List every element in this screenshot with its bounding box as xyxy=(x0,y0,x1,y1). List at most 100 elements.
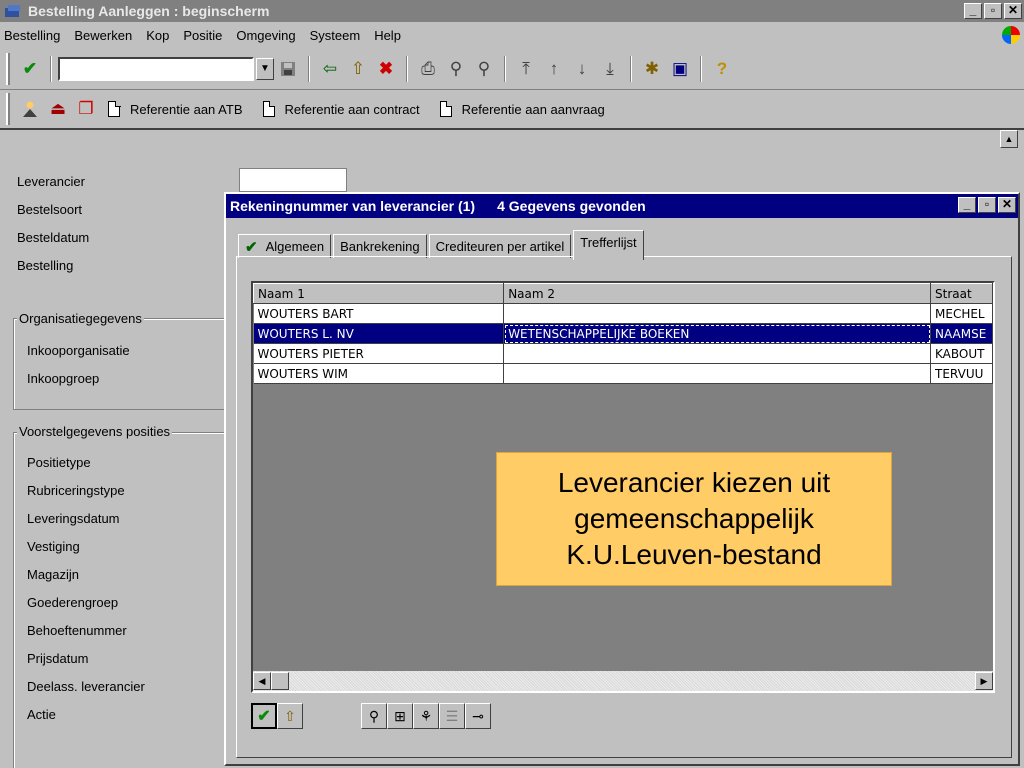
dialog-minimize-button[interactable]: _ xyxy=(958,197,976,213)
find-binoculars-icon[interactable]: ⚲ xyxy=(361,703,387,729)
label-vestiging: Vestiging xyxy=(27,539,80,554)
enter-check-icon[interactable]: ✔ xyxy=(19,58,41,80)
settings-list-icon[interactable]: ☰ xyxy=(439,703,465,729)
print-icon[interactable]: ⎙ xyxy=(417,58,439,80)
save-icon[interactable] xyxy=(277,58,299,80)
label-prijsdatum: Prijsdatum xyxy=(27,651,89,666)
tab-trefferlijst[interactable]: Trefferlijst xyxy=(573,230,644,260)
close-button[interactable]: ✕ xyxy=(1004,3,1022,19)
table-row-selected[interactable]: WOUTERS L. NV WETENSCHAPPELIJKE BOEKEN N… xyxy=(253,323,993,344)
tab-algemeen[interactable]: ✔ Algemeen xyxy=(238,234,332,258)
last-page-icon[interactable]: ⤓ xyxy=(599,58,621,80)
label-bestelling: Bestelling xyxy=(17,258,74,273)
window-title: Bestelling Aanleggen : beginscherm xyxy=(28,3,270,19)
cancel-x-icon[interactable]: ✖ xyxy=(375,58,397,80)
window-titlebar: Bestelling Aanleggen : beginscherm _ ▫ ✕ xyxy=(0,0,1024,22)
label-leverancier: Leverancier xyxy=(17,174,85,189)
cell-naam1[interactable]: WOUTERS PIETER xyxy=(253,343,505,364)
callout-line-3: K.U.Leuven-bestand xyxy=(566,539,822,570)
cell-naam1[interactable]: WOUTERS BART xyxy=(253,303,505,324)
column-header-naam1[interactable]: Naam 1 xyxy=(253,283,505,304)
transfer-up-icon[interactable]: ⇧ xyxy=(277,703,303,729)
menu-systeem[interactable]: Systeem xyxy=(310,28,361,43)
ref-contract-button[interactable]: Referentie aan contract xyxy=(262,100,420,117)
command-dropdown-icon[interactable]: ▼ xyxy=(256,57,274,80)
cell-straat[interactable]: KABOUT xyxy=(930,343,993,364)
confirm-check-icon[interactable]: ✔ xyxy=(251,703,277,729)
shortcut-icon[interactable]: ▣ xyxy=(669,58,691,80)
find-binoculars-icon[interactable]: ⚲ xyxy=(445,58,467,80)
table-row[interactable]: WOUTERS PIETER KABOUT xyxy=(253,343,993,364)
column-header-naam2[interactable]: Naam 2 xyxy=(503,283,932,304)
cell-naam1[interactable]: WOUTERS L. NV xyxy=(253,323,505,344)
scroll-left-icon[interactable]: ◀ xyxy=(253,672,271,690)
table-row[interactable]: WOUTERS BART MECHEL xyxy=(253,303,993,324)
cell-straat[interactable]: MECHEL xyxy=(930,303,993,324)
pin-icon[interactable]: ⊸ xyxy=(465,703,491,729)
exit-up-icon[interactable]: ⇧ xyxy=(347,58,369,80)
label-positietype: Positietype xyxy=(27,455,91,470)
cell-naam2[interactable] xyxy=(503,343,932,364)
scroll-thumb[interactable] xyxy=(271,672,289,690)
new-session-icon[interactable]: ✱ xyxy=(641,58,663,80)
cell-naam1[interactable]: WOUTERS WIM xyxy=(253,363,505,384)
tab-crediteuren-label: Crediteuren per artikel xyxy=(435,239,565,254)
ref-contract-label: Referentie aan contract xyxy=(284,101,420,117)
grid-horizontal-scrollbar[interactable]: ◀ ▶ xyxy=(253,671,993,691)
group-organisatie-title: Organisatiegegevens xyxy=(17,311,144,326)
sap-logo-icon xyxy=(1002,26,1020,44)
label-rubriceringstype: Rubriceringstype xyxy=(27,483,125,498)
application-toolbar: ⏏ ❐ Referentie aan ATB Referentie aan co… xyxy=(0,90,1024,130)
cell-straat[interactable]: NAAMSE xyxy=(930,323,993,344)
check-icon: ✔ xyxy=(245,238,258,256)
label-besteldatum: Besteldatum xyxy=(17,230,90,245)
command-field[interactable] xyxy=(58,56,254,81)
ref-aanvraag-label: Referentie aan aanvraag xyxy=(461,101,605,117)
stamp-icon[interactable]: ⏏ xyxy=(47,98,69,120)
dialog-titlebar: Rekeningnummer van leverancier (1) 4 Geg… xyxy=(226,194,1018,218)
toolbar-grip xyxy=(6,93,10,125)
dialog-close-button[interactable]: ✕ xyxy=(998,197,1016,213)
menu-omgeving[interactable]: Omgeving xyxy=(236,28,295,43)
find-plus-icon[interactable]: ⊞ xyxy=(387,703,413,729)
menu-kop[interactable]: Kop xyxy=(146,28,169,43)
ref-atb-button[interactable]: Referentie aan ATB xyxy=(108,100,243,117)
toolbar-separator xyxy=(630,55,632,82)
cell-naam2[interactable] xyxy=(503,303,932,324)
minimize-button[interactable]: _ xyxy=(964,3,982,19)
restore-button[interactable]: ▫ xyxy=(984,3,1002,19)
callout-line-1: Leverancier kiezen uit xyxy=(557,467,831,498)
ref-aanvraag-button[interactable]: Referentie aan aanvraag xyxy=(439,100,605,117)
help-question-icon[interactable]: ? xyxy=(711,58,733,80)
tab-bankrekening[interactable]: Bankrekening xyxy=(333,234,427,258)
table-row[interactable]: WOUTERS WIM TERVUU xyxy=(253,363,993,384)
menu-positie[interactable]: Positie xyxy=(183,28,222,43)
previous-page-icon[interactable]: ↑ xyxy=(543,58,565,80)
person-icon[interactable] xyxy=(19,98,41,120)
hierarchy-icon[interactable]: ⚘ xyxy=(413,703,439,729)
scroll-up-icon[interactable]: ▲ xyxy=(1000,130,1018,148)
back-arrow-icon[interactable]: ⇦ xyxy=(319,58,341,80)
label-inkoopgroep: Inkoopgroep xyxy=(27,371,100,386)
ref-atb-label: Referentie aan ATB xyxy=(130,101,243,117)
dialog-button-bar: ✔ ⇧ ⚲ ⊞ ⚘ ☰ ⊸ xyxy=(251,701,491,731)
find-next-icon[interactable]: ⚲ xyxy=(473,58,495,80)
next-page-icon[interactable]: ↓ xyxy=(571,58,593,80)
copy-icon[interactable]: ❐ xyxy=(75,98,97,120)
cell-naam2[interactable] xyxy=(503,363,932,384)
column-header-straat[interactable]: Straat xyxy=(930,283,993,304)
scroll-right-icon[interactable]: ▶ xyxy=(975,672,993,690)
cell-straat[interactable]: TERVUU xyxy=(930,363,993,384)
dialog-maximize-button[interactable]: ▫ xyxy=(978,197,996,213)
leverancier-input[interactable] xyxy=(239,168,347,192)
first-page-icon[interactable]: ⤒ xyxy=(515,58,537,80)
document-icon xyxy=(108,100,121,117)
tab-algemeen-label: Algemeen xyxy=(265,239,325,254)
menu-bestelling[interactable]: Bestelling xyxy=(4,28,60,43)
tab-crediteuren-per-artikel[interactable]: Crediteuren per artikel xyxy=(428,234,572,258)
menu-help[interactable]: Help xyxy=(374,28,401,43)
menu-bewerken[interactable]: Bewerken xyxy=(74,28,132,43)
cell-naam2[interactable]: WETENSCHAPPELIJKE BOEKEN xyxy=(503,323,932,344)
label-goederengroep: Goederengroep xyxy=(27,595,119,610)
document-icon xyxy=(439,100,453,117)
